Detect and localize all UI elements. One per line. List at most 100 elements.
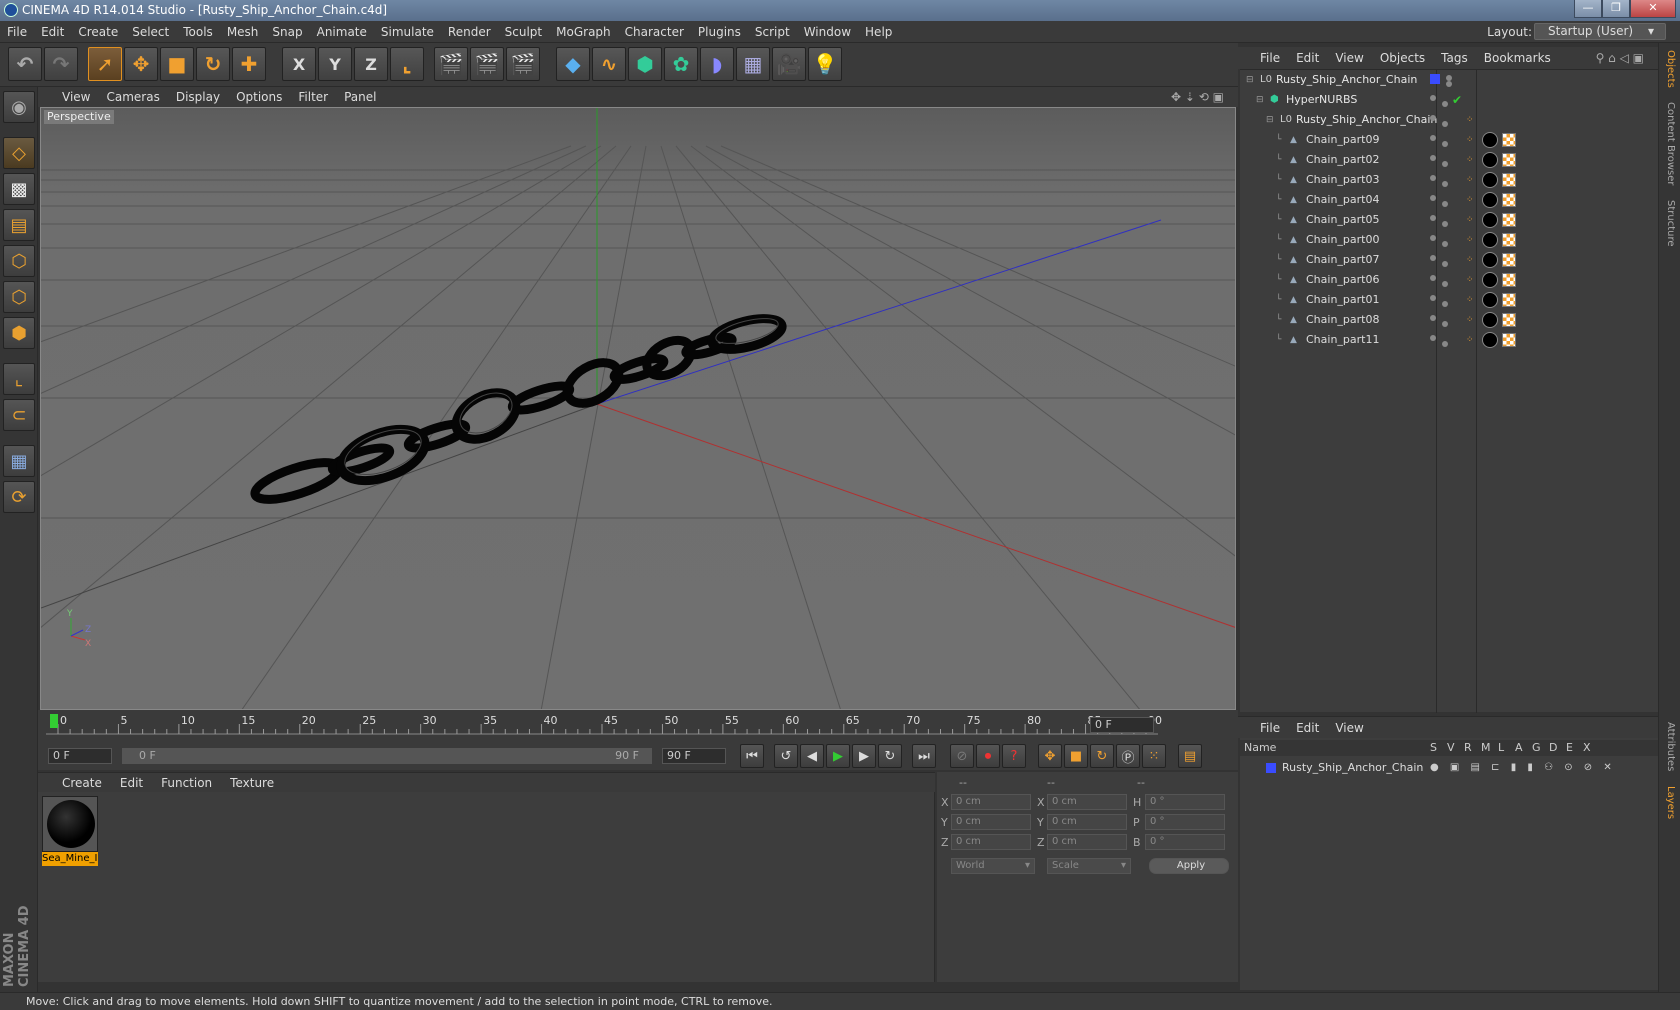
uvw-tag-icon[interactable] (1502, 293, 1516, 307)
render-visibility-dot[interactable] (1442, 121, 1448, 127)
material-tag-icon[interactable] (1482, 232, 1498, 248)
phong-tag-icon[interactable]: ⁘ (1466, 110, 1474, 130)
spline-object-button[interactable]: ∿ (592, 47, 626, 81)
editor-visibility-dot[interactable] (1430, 275, 1436, 281)
snap-button[interactable]: ⊂ (3, 399, 35, 431)
phong-tag-icon[interactable]: ⁘ (1466, 130, 1474, 150)
previous-frame-button[interactable]: ◀ (800, 744, 824, 768)
tree-expander-icon[interactable]: └ (1276, 130, 1281, 150)
cube-object-button[interactable]: ◆ (556, 47, 590, 81)
phong-tag-icon[interactable]: ⁘ (1466, 210, 1474, 230)
current-frame-field[interactable]: 0 F (1090, 717, 1154, 733)
size-y-field[interactable]: 0 cm (1047, 814, 1127, 830)
axis-mode-button[interactable]: ⌞ (3, 363, 35, 395)
menu-snap[interactable]: Snap (265, 21, 309, 43)
render-visibility-dot[interactable] (1442, 221, 1448, 227)
render-visibility-dot[interactable] (1442, 241, 1448, 247)
workplane-mode-button[interactable]: ▤ (3, 209, 35, 241)
tree-expander-icon[interactable]: └ (1276, 210, 1281, 230)
size-z-field[interactable]: 0 cm (1047, 834, 1127, 850)
material-tag-icon[interactable] (1482, 312, 1498, 328)
floor-object-button[interactable]: ▦ (736, 47, 770, 81)
viewport-menu-cameras[interactable]: Cameras (98, 87, 167, 107)
object-row[interactable]: └ ▲ Chain_part06 ⁘ (1240, 270, 1658, 290)
axis-z-button[interactable]: Z (354, 47, 388, 81)
autokey-button[interactable]: ⏺ (976, 744, 1000, 768)
render-visibility-dot[interactable] (1446, 81, 1452, 87)
layer-header-col[interactable]: L (1498, 740, 1504, 756)
viewport-menu-options[interactable]: Options (228, 87, 290, 107)
tree-expander-icon[interactable]: └ (1276, 190, 1281, 210)
menu-script[interactable]: Script (748, 21, 797, 43)
live-selection-button[interactable]: ➚ (88, 47, 122, 81)
material-tag-icon[interactable] (1482, 192, 1498, 208)
undo-button[interactable]: ↶ (8, 47, 42, 81)
objects-menu-tags[interactable]: Tags (1433, 47, 1476, 69)
render-visibility-dot[interactable] (1442, 341, 1448, 347)
editor-visibility-dot[interactable] (1430, 295, 1436, 301)
pos-z-field[interactable]: 0 cm (951, 834, 1031, 850)
menu-tools[interactable]: Tools (176, 21, 220, 43)
object-manager-tool-icons[interactable]: ⚲ ⌂ ◁ ▣ (1588, 47, 1652, 69)
phong-tag-icon[interactable]: ⁘ (1466, 230, 1474, 250)
viewport-nav-icons[interactable]: ✥ ⇣ ⟲ ▣ (1163, 87, 1232, 107)
scale-tool-button[interactable]: ■ (160, 47, 194, 81)
layer-header-col[interactable]: G (1532, 740, 1541, 756)
viewport-menu-filter[interactable]: Filter (290, 87, 336, 107)
array-object-button[interactable]: ✿ (664, 47, 698, 81)
menu-edit[interactable]: Edit (34, 21, 71, 43)
render-visibility-dot[interactable] (1442, 261, 1448, 267)
objects-menu-view[interactable]: View (1327, 47, 1371, 69)
redo-button[interactable]: ↷ (44, 47, 78, 81)
layers-menu-view[interactable]: View (1327, 717, 1371, 739)
layer-color-swatch[interactable] (1430, 74, 1440, 84)
play-button[interactable]: ▶ (826, 744, 850, 768)
previous-key-button[interactable]: ↺ (774, 744, 798, 768)
object-row[interactable]: └ ▲ Chain_part01 ⁘ (1240, 290, 1658, 310)
editor-visibility-dot[interactable] (1430, 255, 1436, 261)
polygons-mode-button[interactable]: ⬢ (3, 317, 35, 349)
tree-expander-icon[interactable]: └ (1276, 290, 1281, 310)
object-row[interactable]: └ ▲ Chain_part00 ⁘ (1240, 230, 1658, 250)
pos-x-field[interactable]: 0 cm (951, 794, 1031, 810)
editor-visibility-dot[interactable] (1430, 95, 1436, 101)
material-tag-icon[interactable] (1482, 172, 1498, 188)
object-row[interactable]: ⊟ ⬢ HyperNURBS ✔ (1240, 90, 1658, 110)
timeline-window-button[interactable]: ▤ (1178, 744, 1202, 768)
camera-object-button[interactable]: 🎥 (772, 47, 806, 81)
uvw-tag-icon[interactable] (1502, 333, 1516, 347)
enabled-check-icon[interactable]: ✔ (1452, 90, 1462, 110)
tree-expander-icon[interactable]: └ (1276, 330, 1281, 350)
uvw-tag-icon[interactable] (1502, 193, 1516, 207)
key-rotation-button[interactable]: ↻ (1090, 744, 1114, 768)
axis-x-button[interactable]: X (282, 47, 316, 81)
uvw-tag-icon[interactable] (1502, 173, 1516, 187)
menu-animate[interactable]: Animate (310, 21, 374, 43)
key-parameter-button[interactable]: Ⓟ (1116, 744, 1140, 768)
editor-visibility-dot[interactable] (1430, 335, 1436, 341)
layer-header-col[interactable]: V (1447, 740, 1455, 756)
material-menu-create[interactable]: Create (38, 773, 111, 793)
start-frame-field[interactable]: 0 F (48, 748, 112, 764)
material-tag-icon[interactable] (1482, 332, 1498, 348)
make-editable-button[interactable]: ◉ (3, 91, 35, 123)
phong-tag-icon[interactable]: ⁘ (1466, 290, 1474, 310)
render-visibility-dot[interactable] (1442, 181, 1448, 187)
render-visibility-dot[interactable] (1442, 101, 1448, 107)
timeline-ruler[interactable]: 051015202530354045505560657075808590 0 F (38, 710, 1238, 742)
rot-h-field[interactable]: 0 ° (1145, 794, 1225, 810)
render-visibility-dot[interactable] (1442, 321, 1448, 327)
rot-p-field[interactable]: 0 ° (1145, 814, 1225, 830)
points-mode-button[interactable]: ⬡ (3, 245, 35, 277)
key-position-button[interactable]: ✥ (1038, 744, 1062, 768)
phong-tag-icon[interactable]: ⁘ (1466, 250, 1474, 270)
layer-header-col[interactable]: R (1464, 740, 1472, 756)
layer-header-col[interactable]: E (1566, 740, 1573, 756)
render-settings-button[interactable]: 🎬 (506, 47, 540, 81)
editor-visibility-dot[interactable] (1430, 195, 1436, 201)
tree-expander-icon[interactable]: └ (1276, 310, 1281, 330)
material-tag-icon[interactable] (1482, 152, 1498, 168)
texture-mode-button[interactable]: ▩ (3, 173, 35, 205)
viewport-menu-display[interactable]: Display (168, 87, 228, 107)
tree-expander-icon[interactable]: ⊟ (1256, 90, 1264, 110)
